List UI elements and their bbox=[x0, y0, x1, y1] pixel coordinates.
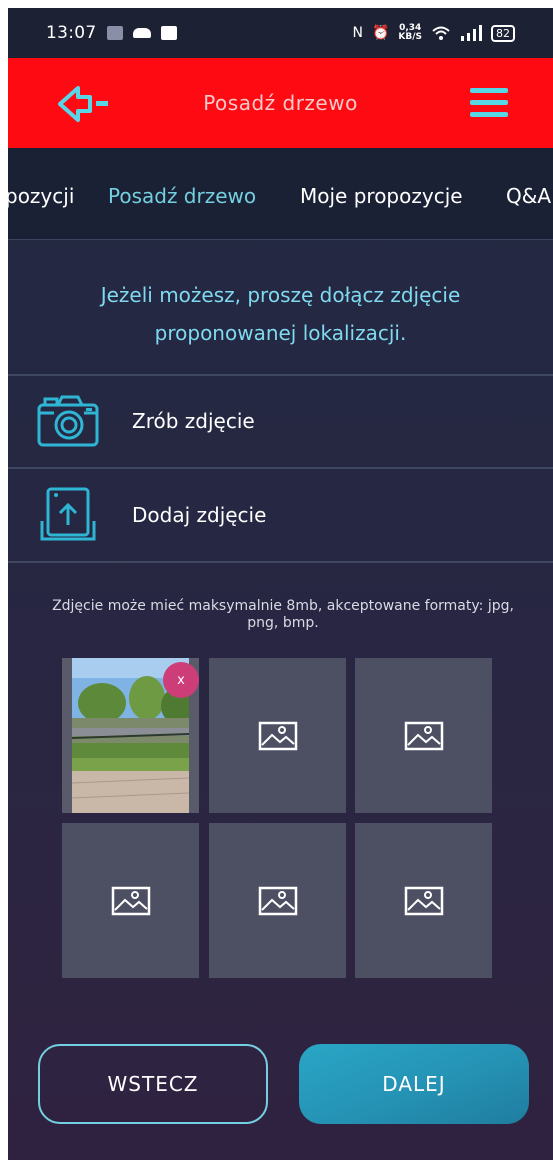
tab-qa[interactable]: Q&A bbox=[506, 184, 551, 208]
photo-hint: Jeżeli możesz, proszę dołącz zdjęcie pro… bbox=[100, 283, 461, 345]
upload-photo-icon bbox=[40, 487, 96, 541]
photo-slot-empty[interactable] bbox=[62, 823, 199, 978]
photo-slot-empty[interactable] bbox=[209, 823, 346, 978]
gallery-icon bbox=[160, 26, 177, 40]
status-time: 13:07 bbox=[46, 23, 97, 43]
tab-posadz-drzewo[interactable]: Posadź drzewo bbox=[108, 184, 256, 208]
alarm-icon: ⏰ bbox=[371, 25, 390, 41]
app-title: Posadź drzewo bbox=[203, 91, 358, 115]
photo-slot-empty[interactable] bbox=[355, 823, 492, 978]
notification-icon bbox=[106, 26, 123, 40]
signal-icon bbox=[461, 25, 482, 41]
photo-slot-filled[interactable]: x bbox=[62, 658, 199, 813]
image-placeholder-icon bbox=[258, 886, 297, 915]
add-photo-label: Dodaj zdjęcie bbox=[132, 503, 267, 527]
nfc-icon: N bbox=[352, 25, 363, 41]
next-button[interactable]: DALEJ bbox=[299, 1044, 529, 1124]
add-photo-button[interactable]: Dodaj zdjęcie bbox=[8, 469, 553, 561]
app-screen: 13:07 N ⏰ 0,34 KB/S 82 Posadź drzewo poz… bbox=[8, 8, 553, 1160]
image-placeholder-icon bbox=[258, 721, 297, 750]
photo-slot-empty[interactable] bbox=[355, 658, 492, 813]
image-placeholder-icon bbox=[111, 886, 150, 915]
camera-icon bbox=[37, 395, 99, 447]
file-format-note: Zdjęcie może mieć maksymalnie 8mb, akcep… bbox=[52, 598, 514, 631]
tab-bar: pozycji Posadź drzewo Moje propozycje Q&… bbox=[8, 148, 553, 240]
image-placeholder-icon bbox=[404, 886, 443, 915]
wifi-icon bbox=[432, 26, 450, 40]
tab-propozycji[interactable]: pozycji bbox=[8, 184, 74, 208]
battery-icon: 82 bbox=[491, 24, 515, 42]
status-bar: 13:07 N ⏰ 0,34 KB/S 82 bbox=[8, 8, 553, 58]
remove-photo-button[interactable]: x bbox=[163, 662, 199, 698]
tab-moje-propozycje[interactable]: Moje propozycje bbox=[300, 184, 463, 208]
image-placeholder-icon bbox=[404, 721, 443, 750]
back-arrow-icon[interactable] bbox=[52, 84, 112, 124]
net-speed-unit: KB/S bbox=[398, 32, 422, 42]
cloud-icon bbox=[132, 28, 151, 38]
photo-slot-empty[interactable] bbox=[209, 658, 346, 813]
back-button[interactable]: WSTECZ bbox=[38, 1044, 268, 1124]
net-speed: 0,34 KB/S bbox=[398, 24, 422, 42]
take-photo-button[interactable]: Zrób zdjęcie bbox=[8, 375, 553, 467]
divider bbox=[8, 561, 553, 563]
take-photo-label: Zrób zdjęcie bbox=[132, 409, 255, 433]
hamburger-menu-icon[interactable] bbox=[470, 88, 508, 120]
app-bar: Posadź drzewo bbox=[8, 58, 553, 148]
